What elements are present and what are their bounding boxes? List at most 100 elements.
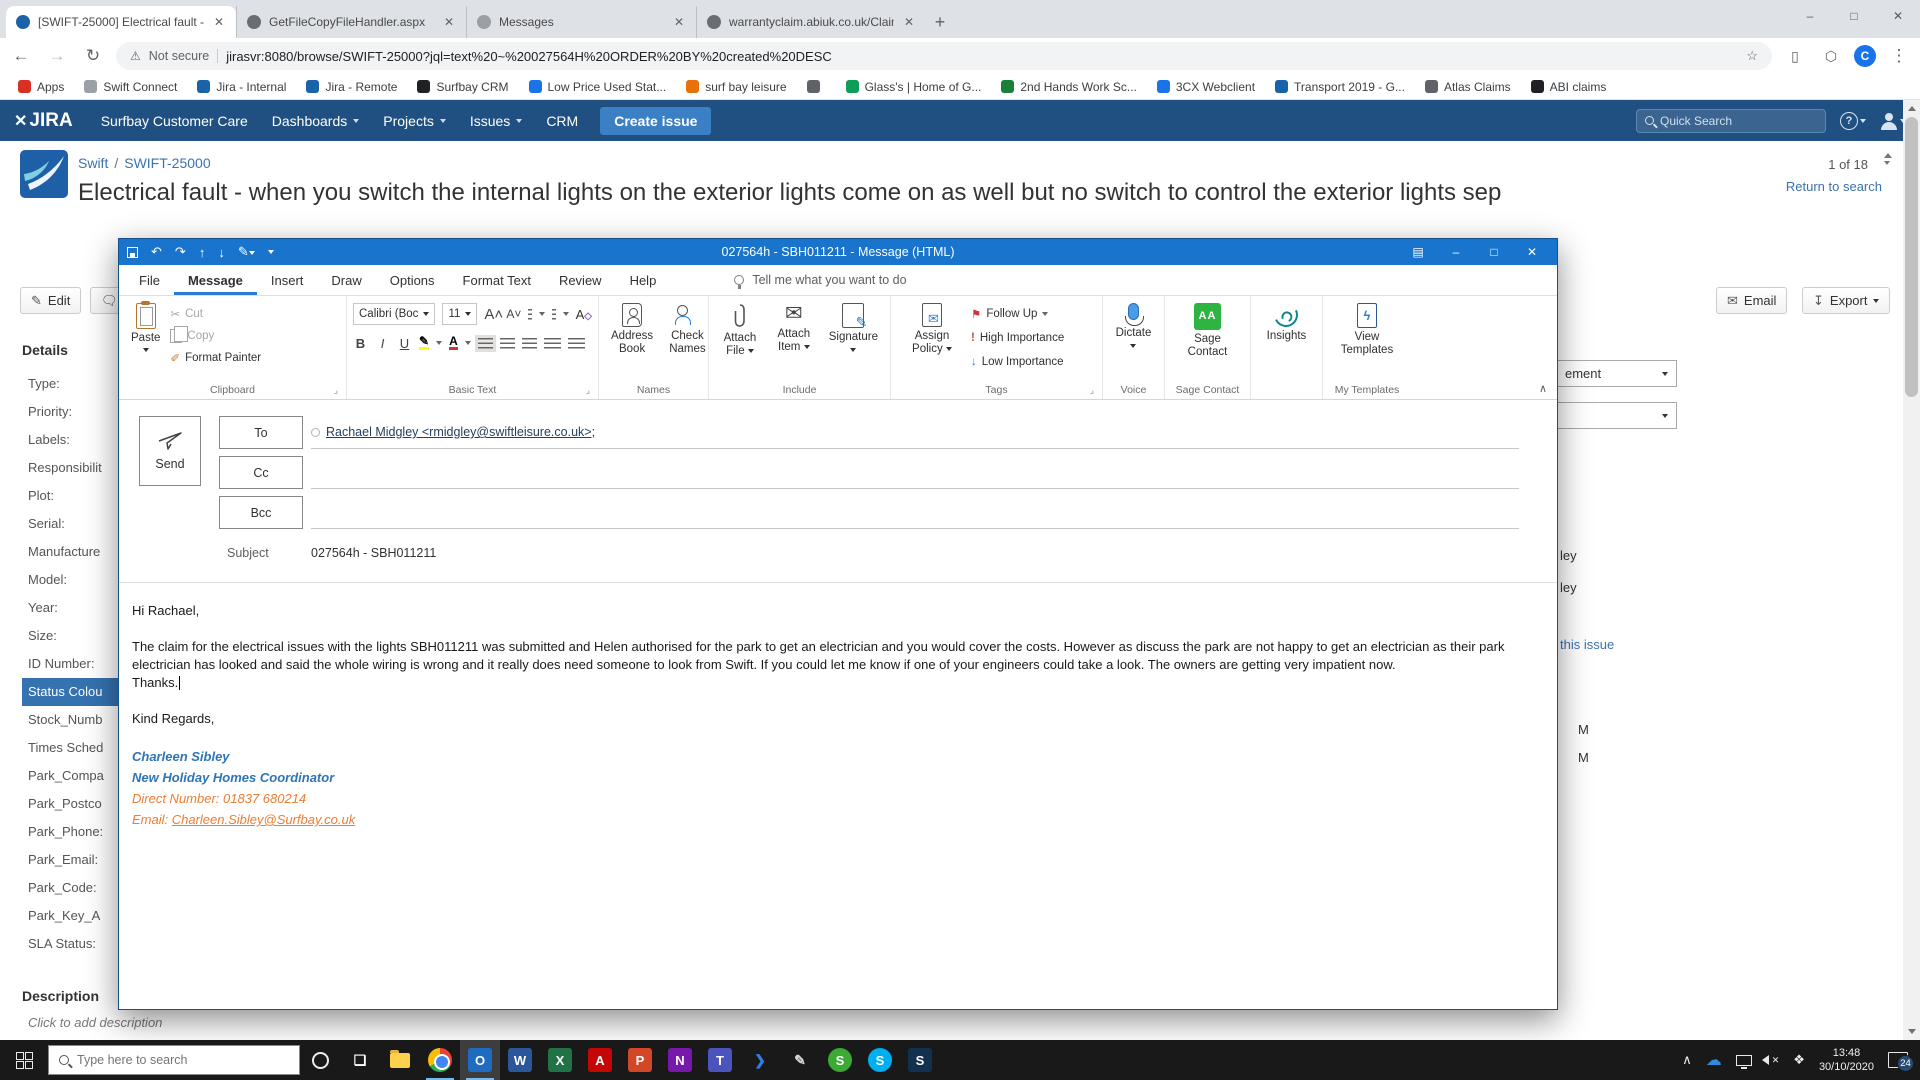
address-bar[interactable]: ⚠ Not secure jirasvr:8080/browse/SWIFT-2… [116,42,1772,70]
ol-tab-file[interactable]: File [125,265,174,295]
description-placeholder[interactable]: Click to add description [28,1015,162,1030]
bookmark-item[interactable]: Glass's | Home of G... [838,78,990,96]
attach-item-button[interactable]: ✉ Attach Item [769,301,819,356]
customize-qat-icon[interactable] [268,250,274,254]
cc-button[interactable]: Cc [219,456,303,489]
align-right-icon[interactable] [522,338,537,349]
undo-icon[interactable]: ↶ [151,244,162,260]
tab-close-icon[interactable]: ✕ [672,13,686,31]
assign-policy-button[interactable]: Assign Policy [897,301,967,358]
export-button[interactable]: ↧ Export [1802,287,1890,314]
person-name-fragment[interactable]: ley [1560,548,1577,563]
bookmark-item[interactable]: Transport 2019 - G... [1267,78,1413,96]
outlook-close-button[interactable]: ✕ [1515,240,1549,264]
ol-tab-draw[interactable]: Draw [317,265,375,295]
bookmark-item[interactable]: Atlas Claims [1417,78,1519,96]
onenote-icon[interactable]: N [660,1040,700,1080]
check-names-button[interactable]: Check Names [663,301,711,358]
teams-icon[interactable]: T [700,1040,740,1080]
onedrive-icon[interactable]: ☁ [1706,1050,1722,1070]
outlook-icon[interactable]: O [460,1040,500,1080]
bold-icon[interactable]: B [353,336,368,351]
to-field[interactable]: Rachael Midgley <rmidgley@swiftleisure.c… [311,416,1519,449]
bullets-icon[interactable] [528,309,532,320]
grow-font-icon[interactable]: A˄ [484,306,499,323]
to-button[interactable]: To [219,416,303,449]
bookmark-item[interactable]: Jira - Internal [189,78,294,96]
low-importance-button[interactable]: ↓Low Importance [971,351,1064,372]
file-explorer-icon[interactable] [380,1040,420,1080]
help-menu[interactable]: ? [1840,108,1866,134]
font-color-icon[interactable]: A [449,336,458,350]
signature-button[interactable]: Signature [823,301,884,359]
underline-icon[interactable]: U [397,336,412,351]
sage-icon[interactable]: S [820,1040,860,1080]
excel-icon[interactable]: X [540,1040,580,1080]
draw-touch-icon[interactable]: ✎ [238,244,255,260]
tab-getfilecopy[interactable]: GetFileCopyFileHandler.aspx ✕ [236,6,466,38]
outlook-minimize-button[interactable]: – [1439,240,1473,264]
forward-icon[interactable]: → [44,46,70,66]
redo-icon[interactable]: ↷ [175,244,186,260]
bookmark-item[interactable]: surf bay leisure [678,78,794,96]
nav-dashboards[interactable]: Dashboards [260,107,372,135]
next-item-icon[interactable]: ↓ [218,245,225,260]
ol-tab-review[interactable]: Review [545,265,616,295]
tab-close-icon[interactable]: ✕ [442,13,456,31]
save-icon[interactable] [127,247,138,258]
bookmark-item[interactable]: 2nd Hands Work Sc... [993,78,1145,96]
nav-issues[interactable]: Issues [458,107,534,135]
skype-icon[interactable]: S [860,1040,900,1080]
signature-email-link[interactable]: Charleen.Sibley@Surfbay.co.uk [172,812,356,827]
recipient-chip[interactable]: Rachael Midgley <rmidgley@swiftleisure.c… [326,425,595,439]
shrink-font-icon[interactable]: A˅ [506,307,521,321]
pen-tool-icon[interactable]: ✎ [780,1040,820,1080]
url-text[interactable]: jirasvr:8080/browse/SWIFT-25000?jql=text… [226,49,832,64]
bookmark-item[interactable]: Swift Connect [76,78,185,96]
powerpoint-icon[interactable]: P [620,1040,660,1080]
create-issue-button[interactable]: Create issue [600,107,711,135]
ol-tab-help[interactable]: Help [616,265,671,295]
breadcrumb-issue-link[interactable]: SWIFT-25000 [124,155,210,171]
dictate-button[interactable]: Dictate [1110,301,1158,355]
edge-icon[interactable]: ❯ [740,1040,780,1080]
tab-warrantyclaim[interactable]: warrantyclaim.abiuk.co.uk/Claim ✕ [696,6,926,38]
taskbar-clock[interactable]: 13:48 30/10/2020 [1819,1046,1874,1074]
issue-link-fragment[interactable]: this issue [1560,637,1614,652]
ol-tab-options[interactable]: Options [376,265,449,295]
cut-button[interactable]: ✂Cut [170,303,261,324]
browser-minimize-button[interactable]: – [1788,0,1832,32]
field-select-partial[interactable]: ement [1557,360,1677,387]
edit-button[interactable]: ✎ Edit [20,287,81,314]
taskbar-search-input[interactable] [77,1053,277,1067]
copy-button[interactable]: Copy [170,325,261,346]
bcc-field[interactable] [311,496,1519,529]
pager-up-icon[interactable] [1884,153,1892,158]
dialog-launcher-icon[interactable]: ⌟ [1090,385,1094,396]
bookmark-item[interactable]: Jira - Remote [298,78,405,96]
person-name-fragment[interactable]: ley [1560,580,1577,595]
text-highlight-icon[interactable]: ✎ [419,336,429,350]
address-book-button[interactable]: Address Book [605,301,659,358]
font-name-select[interactable]: Calibri (Boc [353,303,435,325]
clear-formatting-icon[interactable]: A◇ [576,307,592,322]
dialog-launcher-icon[interactable]: ⌟ [334,385,338,396]
security-label[interactable]: Not secure [149,49,209,63]
browser-close-button[interactable]: ✕ [1876,0,1920,32]
ribbon-display-options-icon[interactable]: ▤ [1401,240,1435,264]
profile-avatar[interactable]: C [1854,45,1876,67]
browser-menu-kebab-icon[interactable]: ⋮ [1886,46,1912,66]
acrobat-icon[interactable]: A [580,1040,620,1080]
nav-crm[interactable]: CRM [534,107,590,135]
insights-button[interactable]: Insights [1261,301,1313,345]
chrome-icon[interactable] [420,1040,460,1080]
align-center-icon[interactable] [500,338,515,349]
browser-maximize-button[interactable]: □ [1832,0,1876,32]
jira-logo[interactable]: ✕ JIRA [14,110,73,132]
outlook-maximize-button[interactable]: □ [1477,240,1511,264]
increase-indent-icon[interactable] [568,338,585,349]
bookmark-item[interactable] [799,78,834,95]
tell-me-search[interactable]: Tell me what you want to do [734,265,906,295]
send-button[interactable]: Send [139,416,201,486]
project-avatar[interactable] [20,150,68,198]
